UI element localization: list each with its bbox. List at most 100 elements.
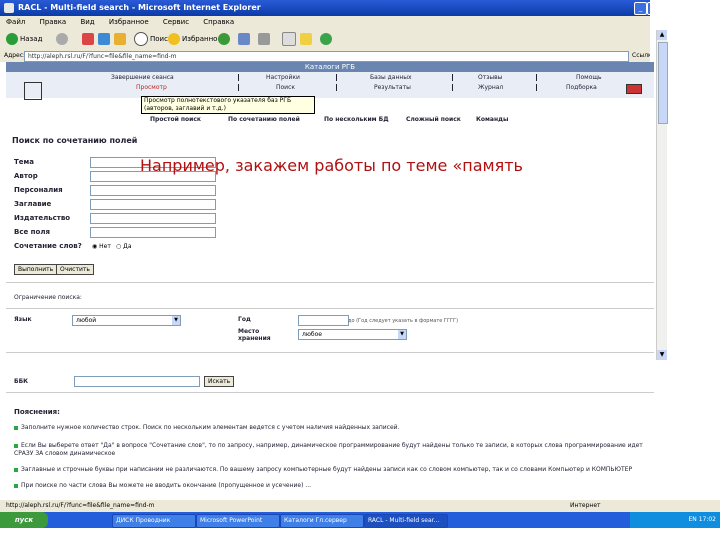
scroll-down-arrow[interactable]: ▼ [657, 350, 667, 360]
tab-multi-db[interactable]: По нескольким БД [324, 116, 389, 123]
task-catalog[interactable]: Каталоги Гл.сервер [280, 514, 364, 528]
nav-divider [536, 74, 537, 81]
limits-label: Ограничение поиска: [14, 294, 82, 301]
nav-selection[interactable]: Подборка [566, 84, 597, 91]
browser-icon [4, 3, 14, 13]
menu-view[interactable]: Вид [80, 18, 94, 26]
messenger-button[interactable] [320, 32, 334, 46]
field-label-author: Автор [14, 172, 38, 180]
title-input[interactable] [90, 199, 216, 210]
scroll-up-arrow[interactable]: ▲ [657, 30, 667, 40]
location-select[interactable]: любое ▼ [298, 329, 407, 340]
tab-simple-search[interactable]: Простой поиск [150, 116, 201, 123]
start-button[interactable]: пуск [0, 512, 48, 528]
task-powerpoint[interactable]: Microsoft PowerPoint [196, 514, 280, 528]
forward-button[interactable] [56, 32, 70, 46]
radio-yes[interactable]: ○ Да [116, 243, 132, 250]
window-titlebar: RACL - Multi-field search - Microsoft In… [0, 0, 720, 16]
menu-edit[interactable]: Правка [40, 18, 67, 26]
clear-button[interactable]: Очистить [56, 264, 94, 275]
tab-multi-field[interactable]: По сочетанию полей [228, 116, 300, 123]
window-title: RACL - Multi-field search - Microsoft In… [18, 3, 261, 12]
address-bar: Адрес: http://aleph.rsl.ru/F/?func=file&… [0, 50, 660, 62]
menu-help[interactable]: Справка [203, 18, 234, 26]
tab-commands[interactable]: Команды [476, 116, 508, 123]
bbk-search-button[interactable]: Искать [204, 376, 235, 387]
submit-button[interactable]: Выполнить [14, 264, 58, 275]
bullet-icon [14, 425, 18, 430]
discuss-button[interactable] [300, 32, 314, 46]
coupled-words-label: Сочетание слов? [14, 242, 82, 250]
folder-icon [300, 33, 312, 45]
nav-search[interactable]: Поиск [276, 84, 295, 91]
bbk-input[interactable] [74, 376, 200, 387]
messenger-icon [320, 33, 332, 45]
page-content: Каталоги РГБ Завершение сеанса Настройки… [6, 62, 654, 510]
mail-icon [238, 33, 250, 45]
field-label-person: Персоналия [14, 186, 63, 194]
nav-databases[interactable]: Базы данных [370, 74, 412, 81]
edit-button[interactable] [282, 32, 298, 46]
back-button[interactable]: Назад [6, 32, 42, 46]
bullet-icon [14, 443, 18, 448]
refresh-button[interactable] [98, 32, 112, 46]
notes-heading: Пояснения: [14, 408, 60, 416]
print-icon [258, 33, 270, 45]
nav-results[interactable]: Результаты [374, 84, 411, 91]
address-input[interactable]: http://aleph.rsl.ru/F/?func=file&file_na… [24, 51, 629, 62]
nav-divider [238, 74, 239, 81]
menu-file[interactable]: Файл [6, 18, 25, 26]
menu-favorites[interactable]: Избранное [109, 18, 149, 26]
english-flag-icon[interactable] [626, 84, 642, 94]
divider [6, 392, 654, 393]
search-button[interactable]: Поиск [134, 32, 172, 46]
field-label-title: Заглавие [14, 200, 52, 208]
publisher-input[interactable] [90, 213, 216, 224]
forward-icon [56, 33, 68, 45]
tab-advanced[interactable]: Сложный поиск [406, 116, 461, 123]
tooltip: Просмотр полнотекстового указателя баз Р… [141, 96, 315, 114]
status-bar: http://aleph.rsl.ru/F/?func=file&file_na… [0, 500, 720, 512]
stop-button[interactable] [82, 32, 96, 46]
minimize-button[interactable]: _ [634, 2, 647, 15]
bbk-label: ББК [14, 378, 29, 385]
search-icon [134, 32, 148, 46]
year-hint: до (Год следует указать в формате ГГГГ) [348, 318, 459, 324]
radio-no[interactable]: ◉ Нет [92, 243, 111, 250]
task-explorer[interactable]: ДИСК Проводник [112, 514, 196, 528]
nav-divider [336, 74, 337, 81]
favorites-button[interactable]: Избранное [168, 32, 222, 46]
nav-journal[interactable]: Журнал [478, 84, 503, 91]
screen-bottom [0, 528, 720, 540]
note-item: Заполните нужное количество строк. Поиск… [14, 424, 646, 431]
nav-logout[interactable]: Завершение сеанса [111, 74, 174, 81]
year-input[interactable] [298, 315, 349, 326]
language-select[interactable]: любой ▼ [72, 315, 181, 326]
status-url: http://aleph.rsl.ru/F/?func=file&file_na… [6, 502, 155, 509]
edit-icon [282, 32, 296, 46]
language-label: Язык [14, 316, 32, 323]
rsl-logo-icon [24, 82, 42, 100]
mail-button[interactable] [238, 32, 252, 46]
divider [6, 352, 654, 353]
home-button[interactable] [114, 32, 128, 46]
scroll-thumb[interactable] [658, 42, 668, 124]
task-browser[interactable]: RACL - Multi-field sear... [364, 514, 448, 528]
vertical-scrollbar[interactable]: ▲ ▼ [656, 30, 668, 360]
person-input[interactable] [90, 185, 216, 196]
site-nav: Завершение сеанса Настройки Базы данных … [6, 72, 654, 100]
nav-settings[interactable]: Настройки [266, 74, 300, 81]
year-label: Год [238, 316, 251, 323]
search-tabs: Простой поиск По сочетанию полей По неск… [6, 114, 654, 126]
nav-help[interactable]: Помощь [576, 74, 602, 81]
nav-browse[interactable]: Просмотр [136, 84, 167, 91]
bullet-icon [14, 483, 18, 488]
back-icon [6, 33, 18, 45]
all-fields-input[interactable] [90, 227, 216, 238]
print-button[interactable] [258, 32, 272, 46]
history-button[interactable] [218, 32, 232, 46]
nav-feedback[interactable]: Отзывы [478, 74, 502, 81]
history-icon [218, 33, 230, 45]
menu-tools[interactable]: Сервис [163, 18, 189, 26]
nav-divider [336, 84, 337, 91]
